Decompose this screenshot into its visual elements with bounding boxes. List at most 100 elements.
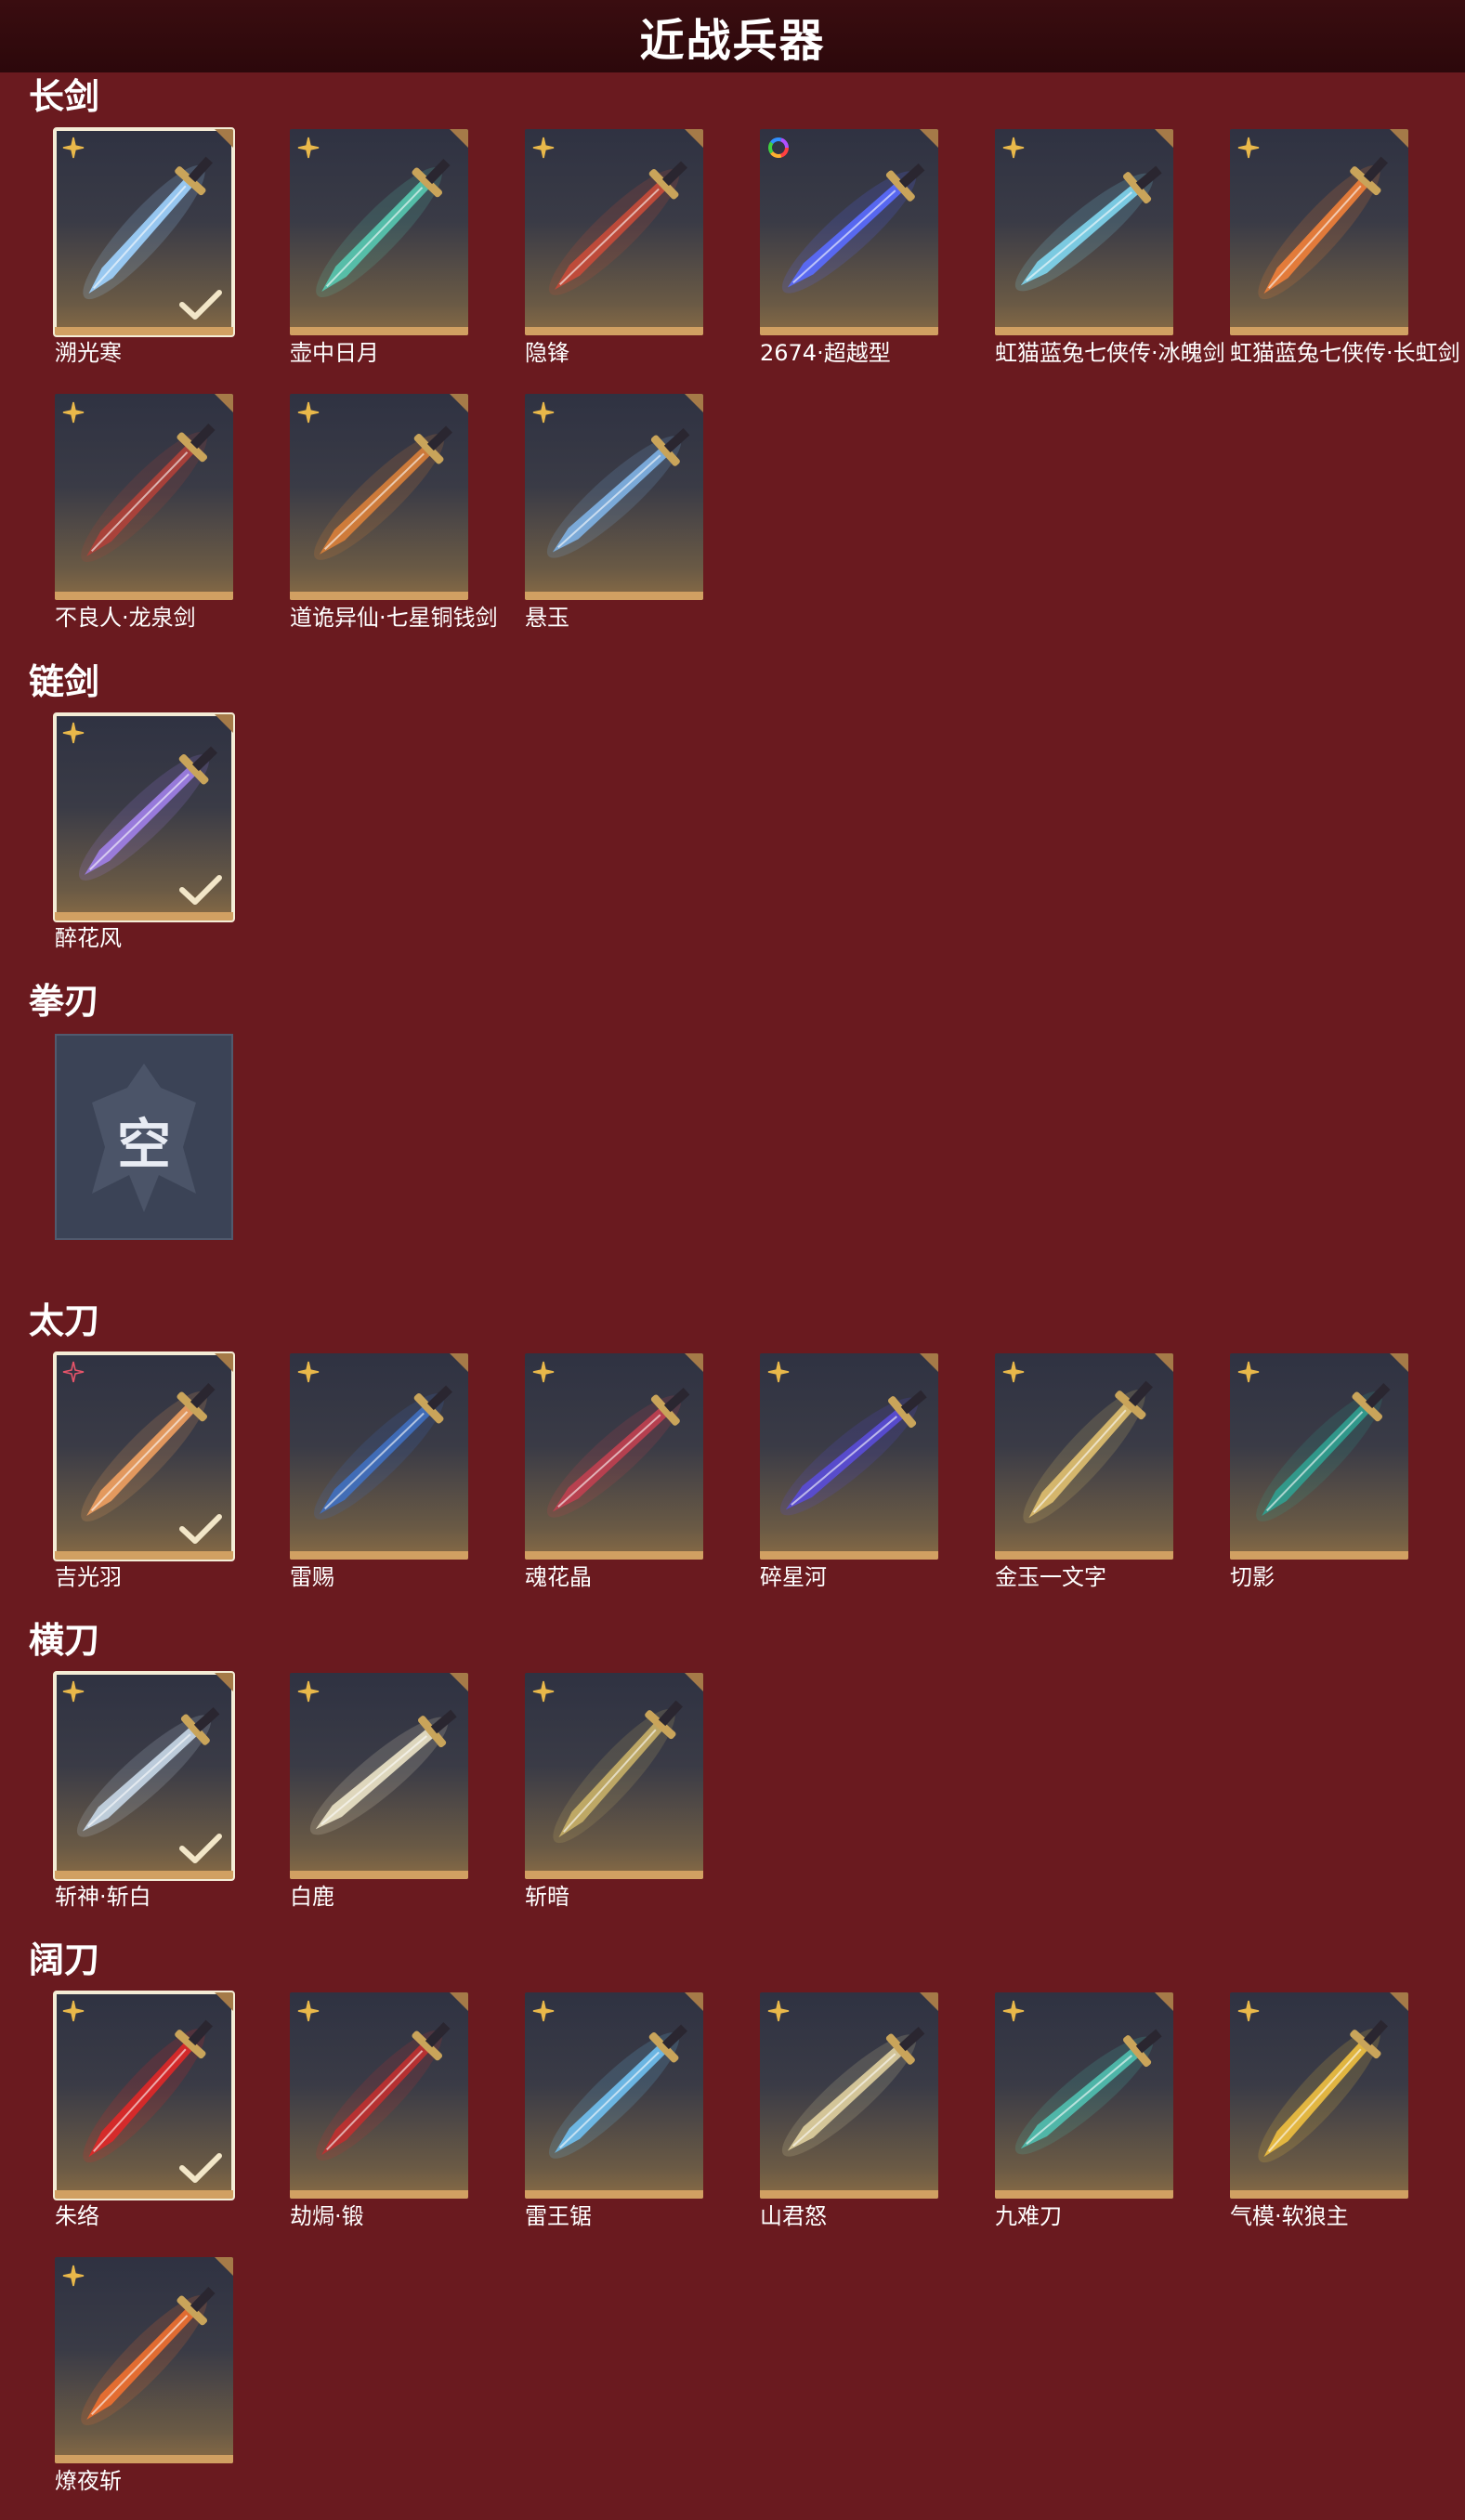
weapon-item[interactable]: 悬玉: [525, 394, 703, 645]
weapon-name: 朱络: [55, 2203, 99, 2229]
weapon-card[interactable]: [53, 712, 235, 922]
weapon-card[interactable]: [290, 1992, 468, 2199]
weapon-item[interactable]: 壶中日月: [290, 129, 468, 380]
weapon-card[interactable]: [53, 1671, 235, 1881]
weapon-item[interactable]: 隐锋: [525, 129, 703, 380]
header-bar: 近战兵器: [0, 0, 1465, 72]
weapon-card[interactable]: [760, 129, 938, 335]
weapon-card[interactable]: [53, 1991, 235, 2200]
weapon-item[interactable]: 雷王锯: [525, 1992, 703, 2243]
weapon-name: 不良人·龙泉剑: [55, 605, 196, 631]
weapon-card[interactable]: [525, 394, 703, 600]
weapon-image: [81, 2286, 216, 2426]
weapon-item[interactable]: 虹猫蓝兔七侠传·长虹剑: [1230, 129, 1460, 380]
weapon-card[interactable]: [55, 2257, 233, 2463]
weapon-image: [548, 161, 688, 295]
weapon-card[interactable]: [290, 1353, 468, 1560]
weapon-card[interactable]: [290, 394, 468, 600]
weapon-item[interactable]: 朱络: [53, 1991, 235, 2243]
card-base-strip: [290, 327, 468, 335]
weapon-name: 雷赐: [290, 1564, 334, 1590]
weapon-card[interactable]: [760, 1992, 938, 2199]
weapon-card[interactable]: [995, 129, 1173, 335]
weapon-item[interactable]: 切影: [1230, 1353, 1408, 1604]
card-base-strip: [1230, 1551, 1408, 1560]
weapon-card[interactable]: [290, 1673, 468, 1879]
weapon-name: 九难刀: [995, 2203, 1062, 2229]
weapon-name: 2674·超越型: [760, 340, 891, 366]
weapon-name: 溯光寒: [55, 340, 122, 366]
weapon-image: [81, 423, 216, 563]
weapon-item[interactable]: 不良人·龙泉剑: [55, 394, 233, 645]
weapon-item[interactable]: 山君怒: [760, 1992, 938, 2243]
weapon-card[interactable]: [995, 1353, 1173, 1560]
weapon-item[interactable]: 吉光羽: [53, 1351, 235, 1604]
weapon-item[interactable]: 气模·软狼主: [1230, 1992, 1408, 2243]
card-base-strip: [55, 327, 233, 335]
section-title: 太刀: [29, 1300, 100, 1341]
gold-star-icon: [297, 1361, 320, 1383]
weapon-card[interactable]: [55, 394, 233, 600]
weapon-name: 斩暗: [525, 1884, 569, 1910]
weapon-card[interactable]: [1230, 1992, 1408, 2199]
weapon-card[interactable]: [290, 129, 468, 335]
card-base-strip: [760, 1551, 938, 1560]
weapon-card[interactable]: [995, 1992, 1173, 2199]
weapon-item[interactable]: 劫焗·锻: [290, 1992, 468, 2243]
gold-star-icon: [297, 2000, 320, 2022]
weapon-item[interactable]: 斩神·斩白: [53, 1671, 235, 1924]
weapon-item[interactable]: 雷赐: [290, 1353, 468, 1604]
weapon-card[interactable]: [525, 1992, 703, 2199]
weapon-card[interactable]: [1230, 1353, 1408, 1560]
card-base-strip: [760, 2190, 938, 2199]
check-icon: [179, 290, 222, 320]
gold-star-icon: [297, 401, 320, 424]
weapon-card[interactable]: [53, 1351, 235, 1561]
section-title: 链剑: [29, 661, 100, 702]
empty-slot[interactable]: 空: [55, 1034, 233, 1285]
gold-star-icon: [1002, 2000, 1025, 2022]
weapon-item[interactable]: 白鹿: [290, 1673, 468, 1924]
red-star-icon: [62, 1361, 85, 1383]
weapon-image: [316, 2021, 451, 2161]
weapon-item[interactable]: 道诡异仙·七星铜钱剑: [290, 394, 498, 645]
weapon-card[interactable]: [525, 1353, 703, 1560]
weapon-image: [316, 158, 451, 298]
weapon-image: [779, 1390, 927, 1516]
gold-star-icon: [532, 137, 555, 159]
check-icon: [179, 2153, 222, 2183]
weapon-name: 魂花晶: [525, 1564, 592, 1590]
weapon-image: [1258, 2019, 1388, 2163]
empty-card: 空: [55, 1034, 233, 1240]
weapon-image: [1014, 2029, 1162, 2155]
gold-star-icon: [62, 137, 85, 159]
section-title: 横刀: [29, 1620, 100, 1661]
gold-star-icon: [532, 2000, 555, 2022]
weapon-card[interactable]: [1230, 129, 1408, 335]
weapon-item[interactable]: 溯光寒: [53, 127, 235, 380]
weapon-image: [1258, 156, 1388, 300]
card-base-strip: [290, 2190, 468, 2199]
gold-star-icon: [62, 2000, 85, 2022]
weapon-image: [546, 428, 690, 558]
weapon-item[interactable]: 斩暗: [525, 1673, 703, 1924]
gold-star-icon: [62, 722, 85, 744]
weapon-item[interactable]: 醉花风: [53, 712, 235, 965]
gold-star-icon: [1237, 2000, 1260, 2022]
weapon-card[interactable]: [53, 127, 235, 337]
weapon-item[interactable]: 九难刀: [995, 1992, 1173, 2243]
weapon-item[interactable]: 金玉一文字: [995, 1353, 1173, 1604]
weapon-card[interactable]: [525, 1673, 703, 1879]
weapon-card[interactable]: [525, 129, 703, 335]
weapon-name: 壶中日月: [290, 340, 379, 366]
weapon-item[interactable]: 碎星河: [760, 1353, 938, 1604]
check-icon: [179, 1514, 222, 1544]
weapon-item[interactable]: 虹猫蓝兔七侠传·冰魄剑: [995, 129, 1225, 380]
card-base-strip: [55, 2190, 233, 2199]
card-base-strip: [525, 2190, 703, 2199]
weapon-item[interactable]: 燎夜斩: [55, 2257, 233, 2508]
section-title: 拳刃: [29, 981, 100, 1022]
weapon-item[interactable]: 2674·超越型: [760, 129, 938, 380]
weapon-item[interactable]: 魂花晶: [525, 1353, 703, 1604]
weapon-card[interactable]: [760, 1353, 938, 1560]
